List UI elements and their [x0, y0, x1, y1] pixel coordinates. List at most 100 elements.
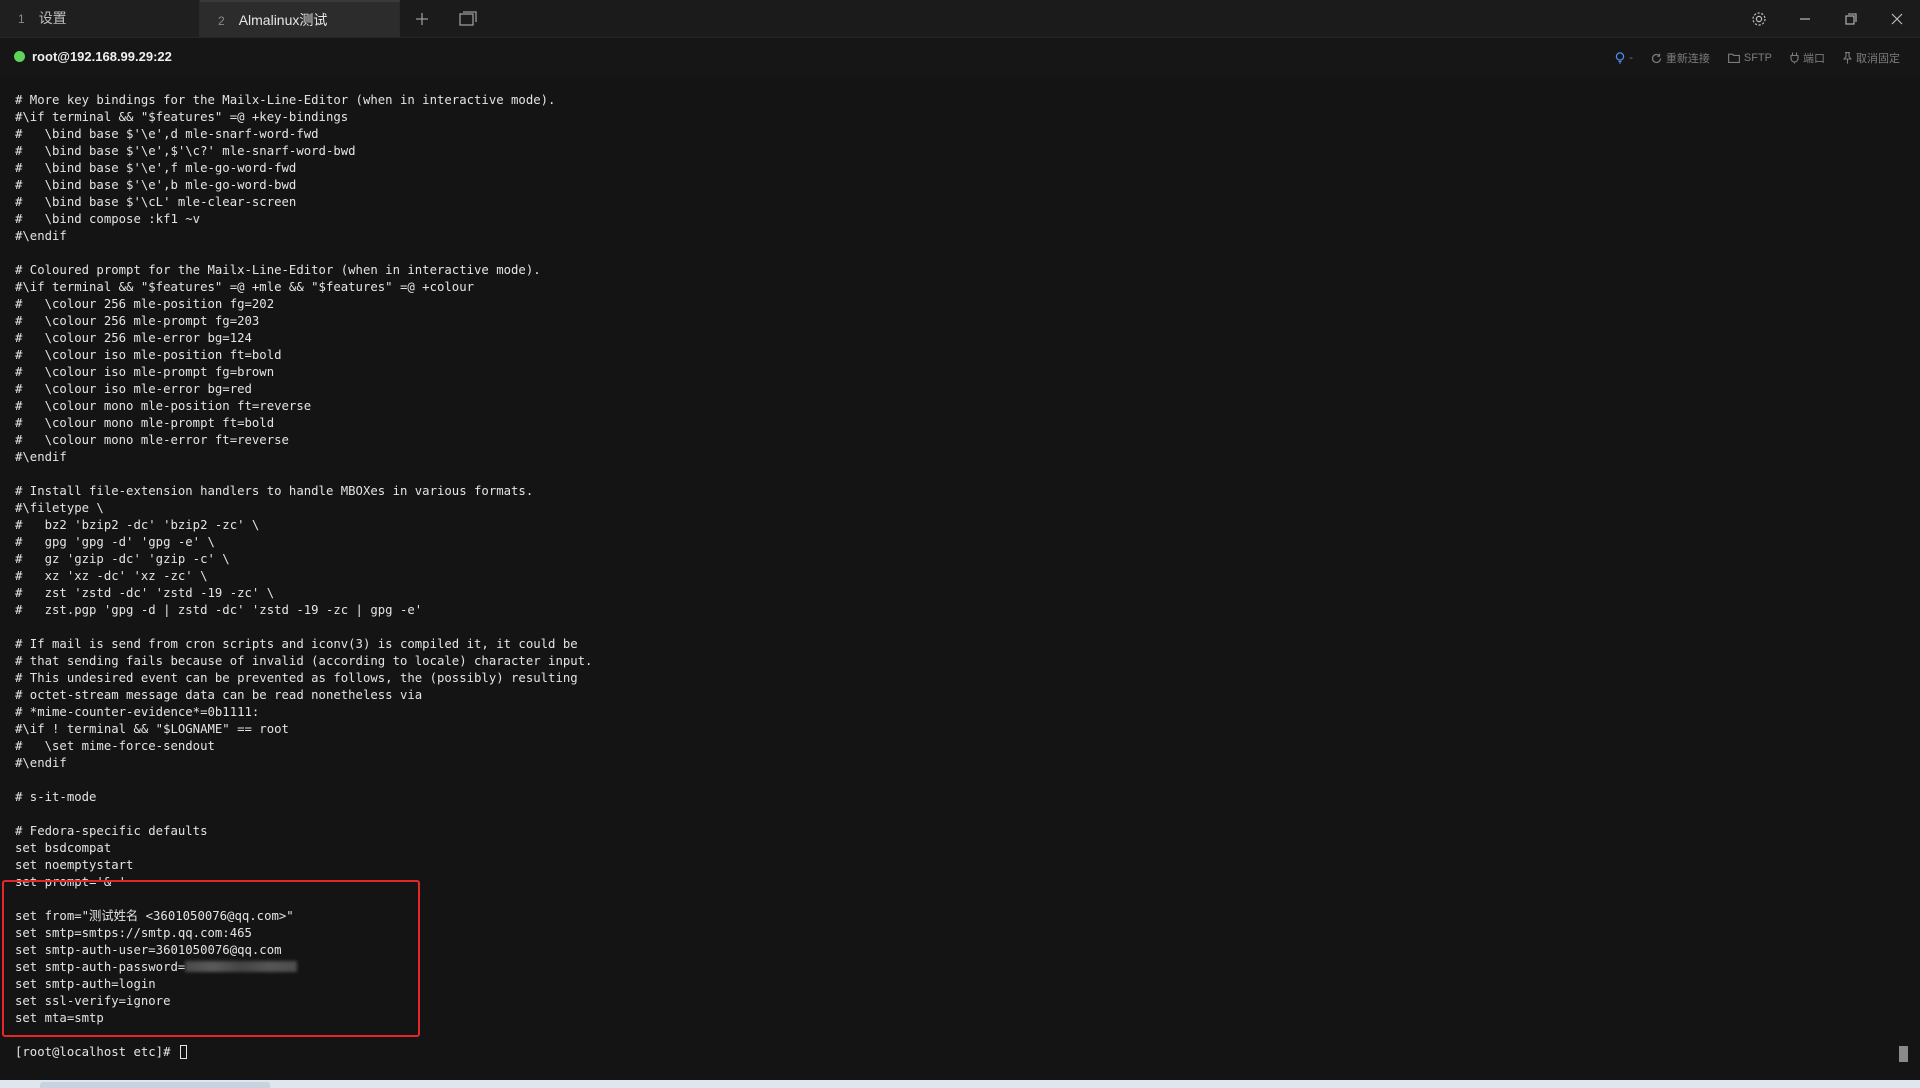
- terminal-line: set from="测试姓名 <3601050076@qq.com>": [15, 908, 1895, 925]
- terminal-line: # zst 'zstd -dc' 'zstd -19 -zc' \: [15, 585, 1895, 602]
- terminal-line: # that sending fails because of invalid …: [15, 653, 1895, 670]
- terminal-line-text: # s-it-mode: [15, 790, 97, 804]
- terminal-line-text: #\if ! terminal && "$LOGNAME" == root: [15, 722, 289, 736]
- terminal-line-text: # More key bindings for the Mailx-Line-E…: [15, 93, 556, 107]
- terminal-line-text: # \colour mono mle-error ft=reverse: [15, 433, 289, 447]
- terminal-line-text: # If mail is send from cron scripts and …: [15, 637, 578, 651]
- gear-icon: [1752, 11, 1766, 26]
- terminal-line-text: # \colour iso mle-position ft=bold: [15, 348, 282, 362]
- terminal-line-text: # octet-stream message data can be read …: [15, 688, 423, 702]
- terminal-line: # \set mime-force-sendout: [15, 738, 1895, 755]
- terminal-line-text: # gz 'gzip -dc' 'gzip -c' \: [15, 552, 230, 566]
- port-button[interactable]: 端口: [1790, 50, 1825, 66]
- terminal-line: # xz 'xz -dc' 'xz -zc' \: [15, 568, 1895, 585]
- close-icon: [1891, 13, 1903, 24]
- terminal-line: # \bind base $'\cL' mle-clear-screen: [15, 194, 1895, 211]
- terminal-line: # If mail is send from cron scripts and …: [15, 636, 1895, 653]
- terminal-line: # This undesired event can be prevented …: [15, 670, 1895, 687]
- tab-number: 2: [218, 14, 225, 28]
- terminal-line: #\if terminal && "$features" =@ +mle && …: [15, 279, 1895, 296]
- tab-almalinux[interactable]: 2 Almalinux测试: [200, 0, 400, 37]
- terminal-line: #\filetype \: [15, 500, 1895, 517]
- terminal-line-text: set smtp-auth-user=3601050076@qq.com: [15, 943, 282, 957]
- terminal-line: # \colour 256 mle-prompt fg=203: [15, 313, 1895, 330]
- plug-icon: [1790, 52, 1799, 64]
- terminal-line: # \colour 256 mle-error bg=124: [15, 330, 1895, 347]
- terminal-line: # \bind base $'\e',b mle-go-word-bwd: [15, 177, 1895, 194]
- terminal-line-text: set ssl-verify=ignore: [15, 994, 171, 1008]
- terminal-line: # \colour mono mle-error ft=reverse: [15, 432, 1895, 449]
- hint-button[interactable]: -: [1615, 50, 1633, 66]
- terminal-line-text: # zst.pgp 'gpg -d | zstd -dc' 'zstd -19 …: [15, 603, 423, 617]
- terminal-line-text: # \bind base $'\e',d mle-snarf-word-fwd: [15, 127, 319, 141]
- bottom-chip: [40, 1082, 270, 1088]
- terminal-line-text: # \bind base $'\e',b mle-go-word-bwd: [15, 178, 297, 192]
- terminal-line-text: set noemptystart: [15, 858, 134, 872]
- terminal-line-text: # \set mime-force-sendout: [15, 739, 215, 753]
- sftp-button[interactable]: SFTP: [1727, 50, 1772, 66]
- minimize-icon: [1800, 17, 1810, 20]
- terminal-scrollbar[interactable]: [1899, 1046, 1908, 1062]
- prompt-line[interactable]: [root@localhost etc]#: [15, 1044, 1895, 1061]
- terminal-line: set mta=smtp: [15, 1010, 1895, 1027]
- reconnect-button[interactable]: 重新连接: [1651, 50, 1710, 66]
- terminal-line: # \bind base $'\e',f mle-go-word-fwd: [15, 160, 1895, 177]
- pin-icon: [1843, 52, 1852, 64]
- session-actions: - 重新连接 SFTP 端口 取消固定: [1615, 50, 1900, 66]
- terminal-line-text: set prompt='& ': [15, 875, 127, 889]
- terminal-output[interactable]: # More key bindings for the Mailx-Line-E…: [15, 92, 1895, 1061]
- tab-number: 1: [18, 12, 25, 26]
- hint-label: -: [1629, 52, 1633, 64]
- close-button[interactable]: [1874, 0, 1920, 37]
- terminal-line: # bz2 'bzip2 -dc' 'bzip2 -zc' \: [15, 517, 1895, 534]
- terminal-line: # \colour iso mle-position ft=bold: [15, 347, 1895, 364]
- lightbulb-icon: [1616, 52, 1625, 64]
- folder-icon: [1727, 53, 1740, 63]
- terminal-line: # \colour mono mle-position ft=reverse: [15, 398, 1895, 415]
- terminal-line-text: # \colour 256 mle-error bg=124: [15, 331, 252, 345]
- terminal-line-text: # \bind base $'\cL' mle-clear-screen: [15, 195, 297, 209]
- terminal-line: # \colour iso mle-error bg=red: [15, 381, 1895, 398]
- terminal-line-text: # xz 'xz -dc' 'xz -zc' \: [15, 569, 208, 583]
- redacted-password: [185, 961, 298, 972]
- tab-bar: 1 设置 2 Almalinux测试: [0, 0, 1920, 38]
- windows-icon: [459, 11, 477, 26]
- tab-overview-button[interactable]: [448, 0, 488, 37]
- terminal-line: set prompt='& ': [15, 874, 1895, 891]
- terminal-line: set noemptystart: [15, 857, 1895, 874]
- terminal-line-text: #\if terminal && "$features" =@ +mle && …: [15, 280, 475, 294]
- tab-settings[interactable]: 1 设置: [0, 0, 200, 37]
- sftp-label: SFTP: [1743, 52, 1772, 64]
- terminal-line-text: # \colour iso mle-prompt fg=brown: [15, 365, 275, 379]
- terminal-line: # \bind compose :kf1 ~v: [15, 211, 1895, 228]
- new-tab-button[interactable]: [402, 0, 442, 37]
- refresh-icon: [1651, 53, 1661, 63]
- text-cursor: [179, 1045, 187, 1059]
- settings-button[interactable]: [1736, 0, 1782, 37]
- restore-button[interactable]: [1828, 0, 1874, 37]
- tab-label: Almalinux测试: [238, 12, 328, 28]
- plus-icon: [416, 12, 428, 25]
- terminal-line: # \colour mono mle-prompt ft=bold: [15, 415, 1895, 432]
- restore-icon: [1845, 12, 1857, 25]
- terminal-line: # \colour 256 mle-position fg=202: [15, 296, 1895, 313]
- terminal-line-text: # \colour 256 mle-position fg=202: [15, 297, 275, 311]
- terminal-line-text: #\endif: [15, 450, 67, 464]
- terminal-line-text: # \colour mono mle-position ft=reverse: [15, 399, 312, 413]
- unpin-button[interactable]: 取消固定: [1843, 50, 1900, 66]
- terminal-line-text: #\endif: [15, 756, 67, 770]
- minimize-button[interactable]: [1782, 0, 1828, 37]
- terminal-line: # \bind base $'\e',d mle-snarf-word-fwd: [15, 126, 1895, 143]
- terminal-line-text: set from="测试姓名 <3601050076@qq.com>": [15, 909, 294, 923]
- terminal-line: # gpg 'gpg -d' 'gpg -e' \: [15, 534, 1895, 551]
- terminal-line: #\endif: [15, 755, 1895, 772]
- terminal-line: # Install file-extension handlers to han…: [15, 483, 1895, 500]
- bottom-strip: [0, 1080, 1920, 1088]
- terminal-line-text: set smtp-auth-password=: [15, 960, 186, 974]
- terminal-line-text: # Fedora-specific defaults: [15, 824, 208, 838]
